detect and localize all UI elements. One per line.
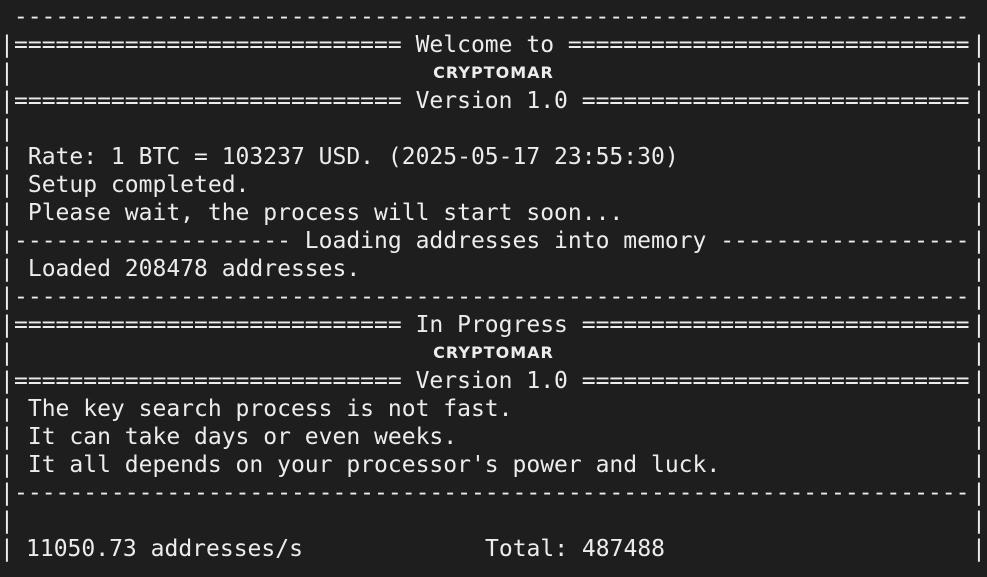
speed-readout: 11050.73 addresses/s [26, 536, 303, 562]
border-bar: | [972, 368, 986, 394]
border-bar: | [972, 32, 986, 58]
info-line: | It all depends on your processor's pow… [0, 452, 986, 478]
border-bar: | [0, 536, 14, 562]
setup-line: | Setup completed. | [0, 172, 986, 198]
border-bar: | [0, 256, 14, 282]
total-readout: Total: 487488 [485, 536, 666, 562]
border-bar: | [972, 480, 986, 506]
loaded-line: | Loaded 208478 addresses. | [0, 256, 986, 282]
blank-line: | | [0, 115, 987, 143]
border-bar: | [0, 116, 14, 142]
border-bar: | [0, 452, 14, 478]
border-bar: | [972, 200, 986, 226]
rule-line: | ---------------------------------------… [0, 284, 986, 310]
border-bar: | [0, 88, 14, 114]
border-bar: | [972, 508, 986, 534]
border-bar: | [972, 396, 986, 422]
border-bar: | [972, 228, 986, 254]
border-bar: | [0, 172, 14, 198]
status-line: | 11050.73 addresses/s Total: 487488 | [0, 535, 987, 563]
border-bar: | [972, 424, 986, 450]
border-bar: | [0, 32, 14, 58]
border-bar: | [972, 340, 986, 366]
border-bar: | [972, 60, 986, 86]
border-bar: | [0, 144, 14, 170]
wait-line: | Please wait, the process will start so… [0, 200, 986, 226]
brand-logo-text: CRYPTOMAR [433, 343, 554, 362]
border-bar: | [0, 284, 14, 310]
version-banner: | ============================ Version 1.… [0, 368, 986, 394]
border-bar: | [972, 116, 986, 142]
border-bar: | [972, 536, 986, 562]
border-bar: | [0, 368, 14, 394]
border-bar: | [0, 424, 14, 450]
rule-line: | ---------------------------------------… [0, 480, 986, 506]
border-bar: | [972, 256, 986, 282]
border-bar: | [972, 284, 986, 310]
rate-line: | Rate: 1 BTC = 103237 USD. (2025-05-17 … [0, 144, 986, 170]
version-banner: | ============================ Version 1.… [0, 88, 986, 114]
info-line: | The key search process is not fast. | [0, 396, 986, 422]
border-bar: | [972, 452, 986, 478]
border-bar: | [972, 144, 986, 170]
loading-banner: | -------------------- Loading addresses … [0, 228, 986, 254]
border-bar: | [972, 88, 986, 114]
welcome-banner: | ============================ Welcome to… [0, 32, 986, 58]
brand-line: | CRYPTOMAR | [0, 339, 987, 367]
border-bar: | [0, 228, 14, 254]
border-bar: | [972, 172, 986, 198]
brand-logo-text: CRYPTOMAR [433, 63, 554, 82]
border-bar: | [0, 200, 14, 226]
border-bar: | [0, 508, 14, 534]
border-bar: | [972, 312, 986, 338]
brand-line: | CRYPTOMAR | [0, 59, 987, 87]
border-bar: | [0, 312, 14, 338]
progress-banner: | ============================ In Progres… [0, 312, 986, 338]
border-bar: | [0, 480, 14, 506]
info-line: | It can take days or even weeks. | [0, 424, 986, 450]
top-rule: ----------------------------------------… [0, 4, 970, 30]
blank-line: | | [0, 507, 987, 535]
border-bar: | [0, 396, 14, 422]
